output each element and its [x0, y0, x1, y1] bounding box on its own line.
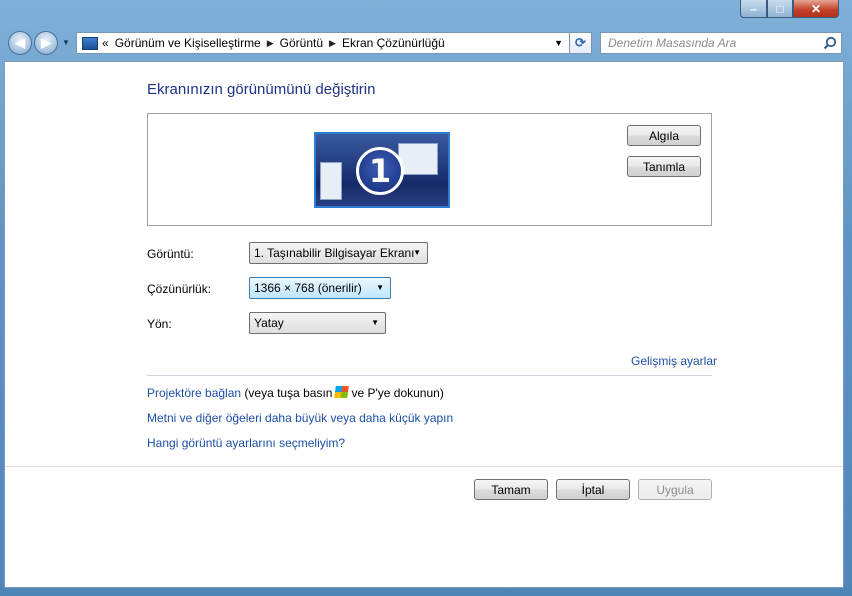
maximize-icon: □ — [776, 1, 784, 16]
search-icon[interactable] — [823, 36, 837, 50]
title-bar: – □ ✕ — [0, 0, 852, 28]
breadcrumb-separator-icon[interactable]: ▶ — [267, 38, 274, 49]
maximize-button[interactable]: □ — [767, 0, 793, 18]
advanced-settings-link[interactable]: Gelişmiş ayarlar — [631, 354, 717, 368]
projector-hint-text-end: ve P'ye dokunun) — [351, 386, 444, 400]
refresh-icon: ⟳ — [575, 35, 586, 50]
text-size-link[interactable]: Metni ve diğer öğeleri daha büyük veya d… — [147, 411, 453, 425]
navigation-bar: ◀ ▶ ▼ « Görünüm ve Kişiselleştirme ▶ Gör… — [4, 29, 848, 57]
windows-key-icon — [334, 386, 350, 398]
monitor-1[interactable]: 1 — [314, 132, 450, 208]
breadcrumb-screen-resolution[interactable]: Ekran Çözünürlüğü — [342, 36, 445, 50]
search-placeholder: Denetim Masasında Ara — [608, 36, 737, 50]
identify-button[interactable]: Tanımla — [627, 156, 701, 177]
minimize-icon: – — [750, 1, 757, 16]
resolution-select[interactable]: 1366 × 768 (önerilir) ▼ — [249, 277, 391, 299]
chevron-down-icon: ▼ — [376, 283, 384, 292]
ok-button[interactable]: Tamam — [474, 479, 548, 500]
apply-button[interactable]: Uygula — [638, 479, 712, 500]
resolution-select-value: 1366 × 768 (önerilir) — [254, 281, 362, 295]
monitor-number-badge: 1 — [356, 147, 404, 195]
monitor-thumbnail-window-icon — [398, 143, 438, 175]
display-select[interactable]: 1. Taşınabilir Bilgisayar Ekranı ▼ — [249, 242, 428, 264]
cancel-button[interactable]: İptal — [556, 479, 630, 500]
orientation-label: Yön: — [147, 317, 172, 331]
search-box[interactable]: Denetim Masasında Ara — [600, 32, 842, 54]
close-button[interactable]: ✕ — [793, 0, 839, 18]
projector-hint-text: (veya tuşa basın — [244, 386, 333, 400]
resolution-label: Çözünürlük: — [147, 282, 212, 296]
display-select-value: 1. Taşınabilir Bilgisayar Ekranı — [254, 246, 415, 260]
minimize-button[interactable]: – — [740, 0, 767, 18]
close-icon: ✕ — [810, 1, 822, 16]
monitor-preview-area: 1 Algıla Tanımla — [147, 113, 712, 226]
arrow-left-icon: ◀ — [15, 35, 25, 50]
chevron-down-icon: ▼ — [62, 38, 70, 47]
page-title: Ekranınızın görünümünü değiştirin — [147, 81, 376, 98]
chevron-down-icon: ▼ — [413, 248, 421, 257]
back-button[interactable]: ◀ — [8, 31, 32, 55]
projector-row: Projektöre bağlan (veya tuşa basın ve P'y… — [147, 386, 444, 400]
content-pane: Ekranınızın görünümünü değiştirin 1 Algı… — [4, 61, 844, 588]
window-frame: – □ ✕ ◀ ▶ ▼ « Görünüm ve Kişiselleştirme… — [0, 0, 852, 596]
footer-divider — [5, 466, 843, 467]
breadcrumb-appearance[interactable]: Görünüm ve Kişiselleştirme — [115, 36, 261, 50]
forward-button[interactable]: ▶ — [34, 31, 58, 55]
control-panel-icon — [82, 36, 98, 50]
address-bar[interactable]: « Görünüm ve Kişiselleştirme ▶ Görüntü ▶… — [76, 32, 570, 54]
arrow-right-icon: ▶ — [41, 35, 51, 50]
breadcrumb-separator-icon[interactable]: ▶ — [329, 38, 336, 49]
orientation-select-value: Yatay — [254, 316, 284, 330]
breadcrumb-overflow[interactable]: « — [102, 36, 109, 50]
orientation-select[interactable]: Yatay ▼ — [249, 312, 386, 334]
address-dropdown-icon[interactable]: ▼ — [554, 38, 563, 48]
monitor-thumbnail-window-icon — [320, 162, 342, 200]
breadcrumb-display[interactable]: Görüntü — [280, 36, 323, 50]
divider — [147, 375, 712, 376]
detect-button[interactable]: Algıla — [627, 125, 701, 146]
projector-link[interactable]: Projektöre bağlan — [147, 386, 241, 400]
display-label: Görüntü: — [147, 247, 194, 261]
which-settings-link[interactable]: Hangi görüntü ayarlarını seçmeliyim? — [147, 436, 345, 450]
refresh-button[interactable]: ⟳ — [570, 32, 592, 54]
recent-pages-dropdown[interactable]: ▼ — [62, 38, 72, 48]
chevron-down-icon: ▼ — [371, 318, 379, 327]
